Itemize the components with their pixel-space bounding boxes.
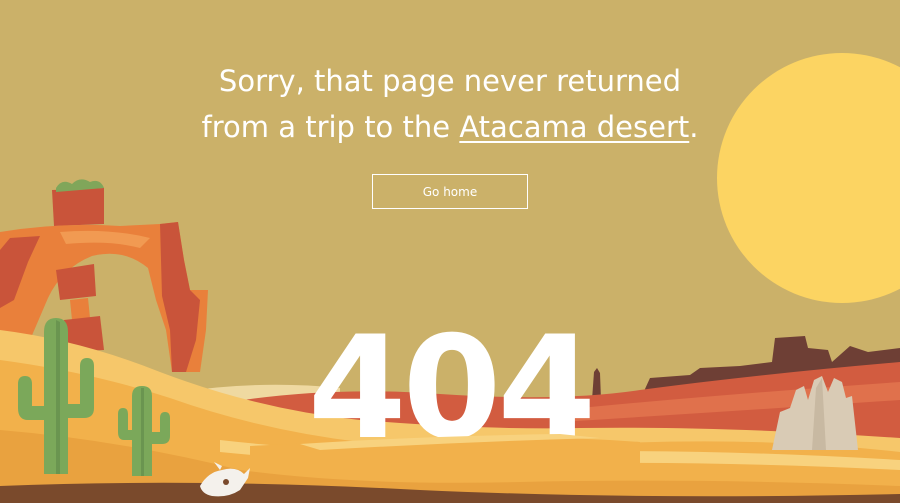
error-message: Sorry, that page never returned from a t… bbox=[150, 58, 750, 150]
message-line-1: Sorry, that page never returned bbox=[218, 64, 682, 98]
message-line-2-suffix: . bbox=[689, 110, 699, 144]
message-line-2-prefix: from a trip to the bbox=[201, 110, 460, 144]
message-line-2: from a trip to the Atacama desert. bbox=[150, 104, 750, 150]
error-page: Sorry, that page never returned from a t… bbox=[0, 0, 900, 503]
error-code-404: 404 bbox=[307, 306, 596, 471]
go-home-button[interactable]: Go home bbox=[372, 174, 528, 209]
atacama-desert-link[interactable]: Atacama desert bbox=[459, 110, 689, 144]
